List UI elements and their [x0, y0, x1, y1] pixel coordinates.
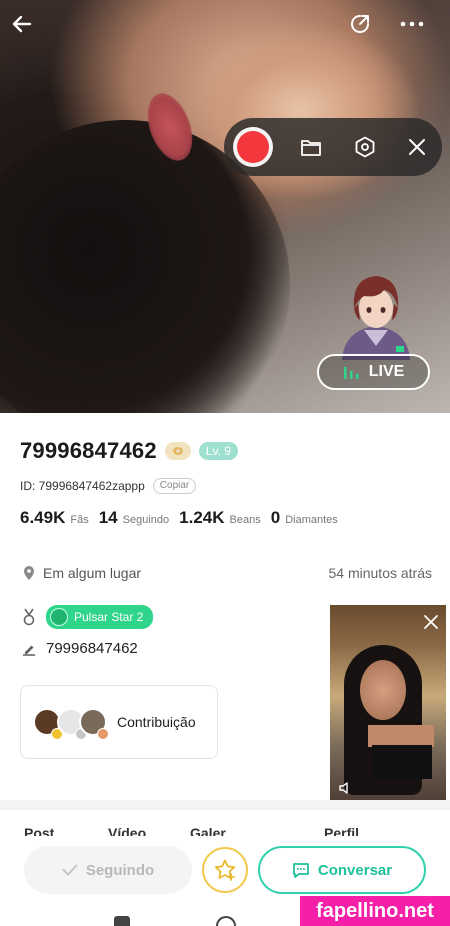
beans-label: Beans	[229, 514, 261, 526]
close-icon	[409, 139, 425, 155]
live-label: LIVE	[368, 363, 405, 380]
more-options-button[interactable]	[396, 8, 428, 40]
pencil-icon	[23, 645, 35, 656]
profile-stats: 6.49K Fãs 14 Seguindo 1.24K Beans 0 Diamante…	[20, 508, 348, 528]
watermark-text: fapellino.net	[300, 896, 450, 926]
preview-sound-button[interactable]	[338, 780, 354, 799]
copy-id-button[interactable]: Copiar	[152, 478, 197, 494]
record-button[interactable]	[233, 127, 273, 167]
location-pin-icon	[24, 566, 34, 580]
favorite-button[interactable]	[202, 847, 248, 893]
screen-record-toolbar	[224, 118, 442, 176]
preview-image-detail	[360, 660, 406, 720]
diamonds-label: Diamantes	[285, 514, 338, 526]
chat-button[interactable]: Conversar	[258, 846, 426, 894]
record-settings-button[interactable]	[347, 129, 383, 165]
recordings-folder-button[interactable]	[293, 129, 329, 165]
location-text: Em algum lugar	[43, 565, 142, 581]
fans-label: Fãs	[70, 514, 89, 526]
last-seen-text: 54 minutos atrás	[328, 565, 433, 581]
section-divider	[0, 800, 450, 810]
medal-row: Pulsar Star 2	[22, 605, 154, 629]
speaker-icon	[339, 782, 348, 794]
following-label: Seguindo	[122, 514, 170, 526]
following-count[interactable]: 14	[99, 508, 118, 528]
profile-id: ID: 79996847462zappp	[20, 479, 145, 493]
pulsar-gem-icon	[50, 608, 68, 626]
profile-uid: 79996847462	[20, 438, 157, 463]
profile-header: 79996847462 Lv. 9	[20, 438, 238, 464]
preview-image-detail	[368, 725, 434, 747]
location-row: Em algum lugar 54 minutos atrás	[22, 565, 432, 581]
chat-label: Conversar	[317, 861, 393, 879]
system-nav-home-icon[interactable]	[216, 916, 236, 926]
gender-badge-icon	[164, 442, 191, 460]
level-badge: Lv. 9	[198, 442, 238, 460]
close-icon	[424, 615, 438, 629]
close-record-toolbar-button[interactable]	[399, 129, 435, 165]
medal-icon	[23, 608, 35, 626]
profile-cover-photo: LIVE	[0, 0, 450, 413]
beans-count: 1.24K	[179, 508, 225, 527]
following-button[interactable]: Seguindo	[24, 846, 192, 894]
contribution-label: Contribuição	[117, 714, 196, 730]
live-bars-icon	[343, 367, 359, 379]
signature-text: 79996847462	[46, 640, 138, 657]
pulsar-star-badge[interactable]: Pulsar Star 2	[46, 605, 154, 629]
checkmark-icon	[62, 864, 78, 876]
rank-bronze-icon	[97, 728, 109, 740]
pulsar-star-label: Pulsar Star 2	[74, 610, 144, 624]
contribution-card[interactable]: Contribuição	[20, 685, 218, 759]
close-preview-button[interactable]	[424, 613, 438, 634]
signature-row: 79996847462	[22, 640, 138, 657]
anime-avatar-image	[342, 276, 410, 360]
fans-count[interactable]: 6.49K	[20, 508, 65, 528]
back-button[interactable]	[6, 8, 38, 40]
star-plus-icon	[214, 859, 236, 881]
system-nav-recent-icon[interactable]	[114, 916, 130, 926]
diamonds-count: 0	[270, 508, 281, 527]
share-icon	[351, 15, 369, 33]
top-contributors	[33, 706, 109, 740]
id-row: ID: 79996847462zappp Copiar	[20, 478, 197, 494]
settings-hexagon-icon	[355, 136, 375, 158]
share-button[interactable]	[344, 8, 376, 40]
live-preview-window[interactable]	[330, 605, 446, 807]
chat-bubble-icon	[292, 863, 309, 878]
more-dots-icon	[400, 21, 424, 27]
live-button[interactable]: LIVE	[317, 354, 430, 390]
arrow-left-icon	[12, 15, 32, 33]
record-dot-icon	[237, 131, 269, 163]
following-label: Seguindo	[85, 861, 155, 879]
folder-icon	[301, 140, 321, 156]
preview-image-detail	[372, 745, 432, 779]
